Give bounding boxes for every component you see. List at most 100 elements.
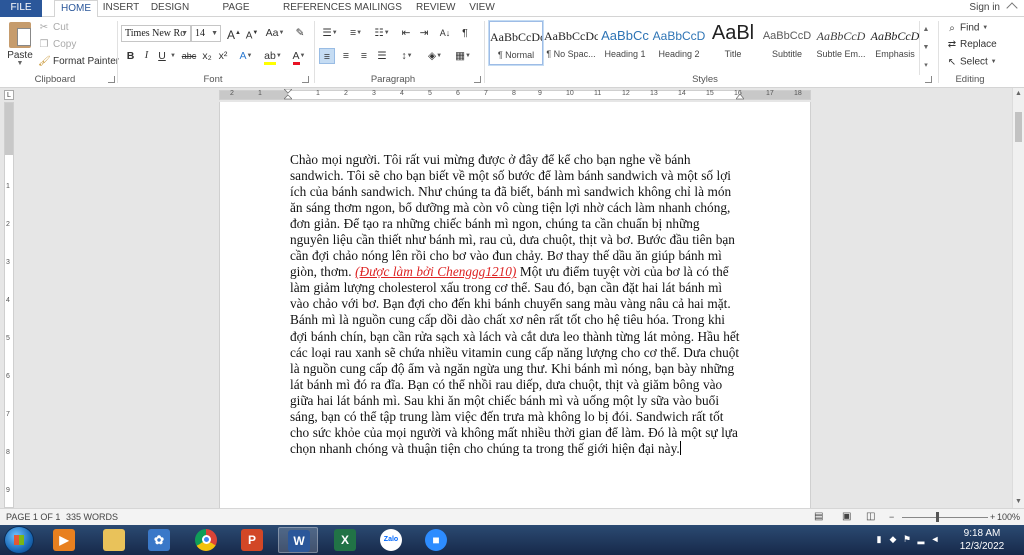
strikethrough-button[interactable]: abc [180, 48, 198, 64]
tray-app-icon[interactable]: ▮ [874, 534, 884, 544]
tab-page-layout[interactable]: PAGE LAYOUT [203, 0, 269, 28]
styles-scrollbar[interactable]: ▲ ▼ ▾ [919, 21, 932, 75]
paste-button[interactable]: Paste ▼ [6, 20, 34, 72]
scroll-down-icon[interactable]: ▼ [920, 39, 932, 57]
style-no-spacing[interactable]: AaBbCcDc ¶ No Spac... [544, 21, 598, 65]
show-marks-button[interactable]: ¶ [458, 25, 472, 41]
web-layout-icon[interactable]: ◫ [866, 509, 875, 525]
text-effects-icon[interactable]: A▼ [236, 48, 256, 64]
read-mode-icon[interactable]: ▤ [814, 509, 823, 525]
style-emphasis[interactable]: AaBbCcD Emphasis [868, 21, 922, 65]
style-heading-1[interactable]: AaBbCc Heading 1 [598, 21, 652, 65]
font-color-icon[interactable]: A▼ [288, 48, 310, 65]
font-name-combo[interactable]: Times New Ro ▼ [121, 25, 191, 42]
document-page[interactable]: Chào mọi người. Tôi rất vui mừng được ở … [219, 102, 811, 508]
taskbar-zoom[interactable]: ■ [416, 527, 456, 553]
replace-button[interactable]: ⇄ Replace [946, 37, 997, 53]
tab-insert[interactable]: INSERT [101, 0, 141, 17]
underline-button[interactable]: U [155, 48, 169, 64]
sign-in-link[interactable]: Sign in [969, 0, 1000, 15]
flag-icon[interactable]: ⚑ [902, 534, 912, 544]
highlight-color-icon[interactable]: ab▼ [262, 48, 284, 65]
style-normal[interactable]: AaBbCcDc ¶ Normal [488, 20, 544, 66]
collapse-ribbon-icon[interactable] [1006, 2, 1018, 14]
subscript-button[interactable]: x₂ [200, 48, 214, 64]
italic-button[interactable]: I [140, 48, 153, 64]
zoom-out-icon[interactable]: − [889, 509, 894, 525]
copy-button[interactable]: ❐ Copy [38, 37, 77, 52]
tab-view[interactable]: VIEW [467, 0, 497, 17]
paragraph-launcher-icon[interactable] [474, 76, 481, 83]
zoom-slider[interactable] [902, 517, 988, 518]
taskbar-chrome[interactable] [186, 527, 226, 553]
grow-font-button[interactable]: A▲ [226, 25, 242, 42]
shading-icon[interactable]: ◈▼ [424, 48, 446, 64]
find-button[interactable]: ⌕ Find ▼ [946, 20, 988, 36]
align-right-icon[interactable]: ≡ [356, 48, 372, 64]
multilevel-list-icon[interactable]: ☷▼ [370, 25, 394, 41]
line-spacing-icon[interactable]: ↕▼ [396, 48, 418, 64]
decrease-indent-icon[interactable]: ⇤ [398, 25, 414, 41]
align-left-icon[interactable]: ≡ [319, 48, 335, 64]
scroll-up-icon[interactable]: ▲ [920, 21, 932, 39]
select-button[interactable]: ↖ Select ▼ [946, 54, 997, 70]
font-size-combo[interactable]: 14 ▼ [191, 25, 221, 42]
style-title[interactable]: AaBl Title [706, 21, 760, 65]
right-indent-marker[interactable] [736, 89, 744, 101]
volume-icon[interactable]: ◄ [930, 534, 940, 544]
style-heading-2[interactable]: AaBbCcD Heading 2 [652, 21, 706, 65]
left-indent-marker[interactable] [284, 89, 292, 101]
style-subtitle[interactable]: AaBbCcD Subtitle [760, 21, 814, 65]
change-case-button[interactable]: Aa▼ [264, 25, 286, 41]
vertical-ruler[interactable]: 1 2 3 4 5 6 7 8 9 [4, 102, 14, 508]
styles-launcher-icon[interactable] [925, 76, 932, 83]
clock[interactable]: 9:18 AM 12/3/2022 [952, 527, 1012, 553]
increase-indent-icon[interactable]: ⇥ [416, 25, 432, 41]
scrollbar-thumb[interactable] [1015, 112, 1022, 142]
taskbar-file-explorer[interactable] [94, 527, 134, 553]
tab-file[interactable]: FILE [0, 0, 42, 17]
tab-references[interactable]: REFERENCES [283, 0, 351, 17]
borders-icon[interactable]: ▦▼ [452, 48, 474, 64]
tab-review[interactable]: REVIEW [416, 0, 455, 17]
taskbar-word[interactable]: W [278, 527, 318, 553]
scroll-up-icon[interactable]: ▲ [1013, 88, 1024, 100]
justify-icon[interactable]: ☰ [374, 48, 390, 64]
bold-button[interactable]: B [123, 48, 138, 64]
taskbar-zalo[interactable]: Zalo [371, 527, 411, 553]
page-count[interactable]: PAGE 1 OF 1 [6, 509, 60, 525]
underline-dropdown-icon[interactable]: ▼ [170, 48, 176, 64]
document-body[interactable]: Chào mọi người. Tôi rất vui mừng được ở … [290, 152, 742, 457]
tab-home[interactable]: HOME [54, 0, 98, 18]
shrink-font-button[interactable]: A▼ [244, 25, 260, 41]
clipboard-launcher-icon[interactable] [108, 76, 115, 83]
taskbar-media-player[interactable]: ▶ [44, 527, 84, 553]
taskbar-powerpoint[interactable]: P [232, 527, 272, 553]
print-layout-icon[interactable]: ▣ [842, 509, 851, 525]
word-count[interactable]: 335 WORDS [66, 509, 118, 525]
font-launcher-icon[interactable] [302, 76, 309, 83]
sort-icon[interactable]: A↓ [436, 25, 454, 41]
scroll-down-icon[interactable]: ▼ [1013, 496, 1024, 508]
taskbar-photo-app[interactable]: ✿ [139, 527, 179, 553]
zoom-slider-thumb[interactable] [936, 512, 939, 522]
align-center-icon[interactable]: ≡ [338, 48, 354, 64]
horizontal-ruler[interactable]: 2 1 1 2 3 4 5 6 7 8 9 10 11 12 13 14 15 … [219, 89, 811, 101]
superscript-button[interactable]: x² [216, 48, 230, 64]
start-button[interactable] [4, 526, 34, 554]
cut-button[interactable]: ✂ Cut [38, 20, 69, 35]
style-subtle-emphasis[interactable]: AaBbCcD Subtle Em... [814, 21, 868, 65]
taskbar-excel[interactable]: X [325, 527, 365, 553]
tab-selector[interactable]: L [4, 90, 14, 100]
clear-formatting-icon[interactable]: ✎ [292, 25, 308, 41]
tray-app-icon[interactable]: ◆ [888, 534, 898, 544]
vertical-scrollbar[interactable]: ▲ ▼ [1012, 88, 1024, 508]
more-styles-icon[interactable]: ▾ [920, 57, 932, 75]
zoom-in-icon[interactable]: + [990, 509, 995, 525]
bullets-icon[interactable]: ☰▼ [318, 25, 342, 41]
network-icon[interactable]: ▂ [916, 534, 926, 544]
zoom-level[interactable]: 100% [997, 509, 1020, 525]
numbering-icon[interactable]: ≡▼ [344, 25, 368, 41]
tab-mailings[interactable]: MAILINGS [354, 0, 402, 17]
tab-design[interactable]: DESIGN [149, 0, 191, 17]
